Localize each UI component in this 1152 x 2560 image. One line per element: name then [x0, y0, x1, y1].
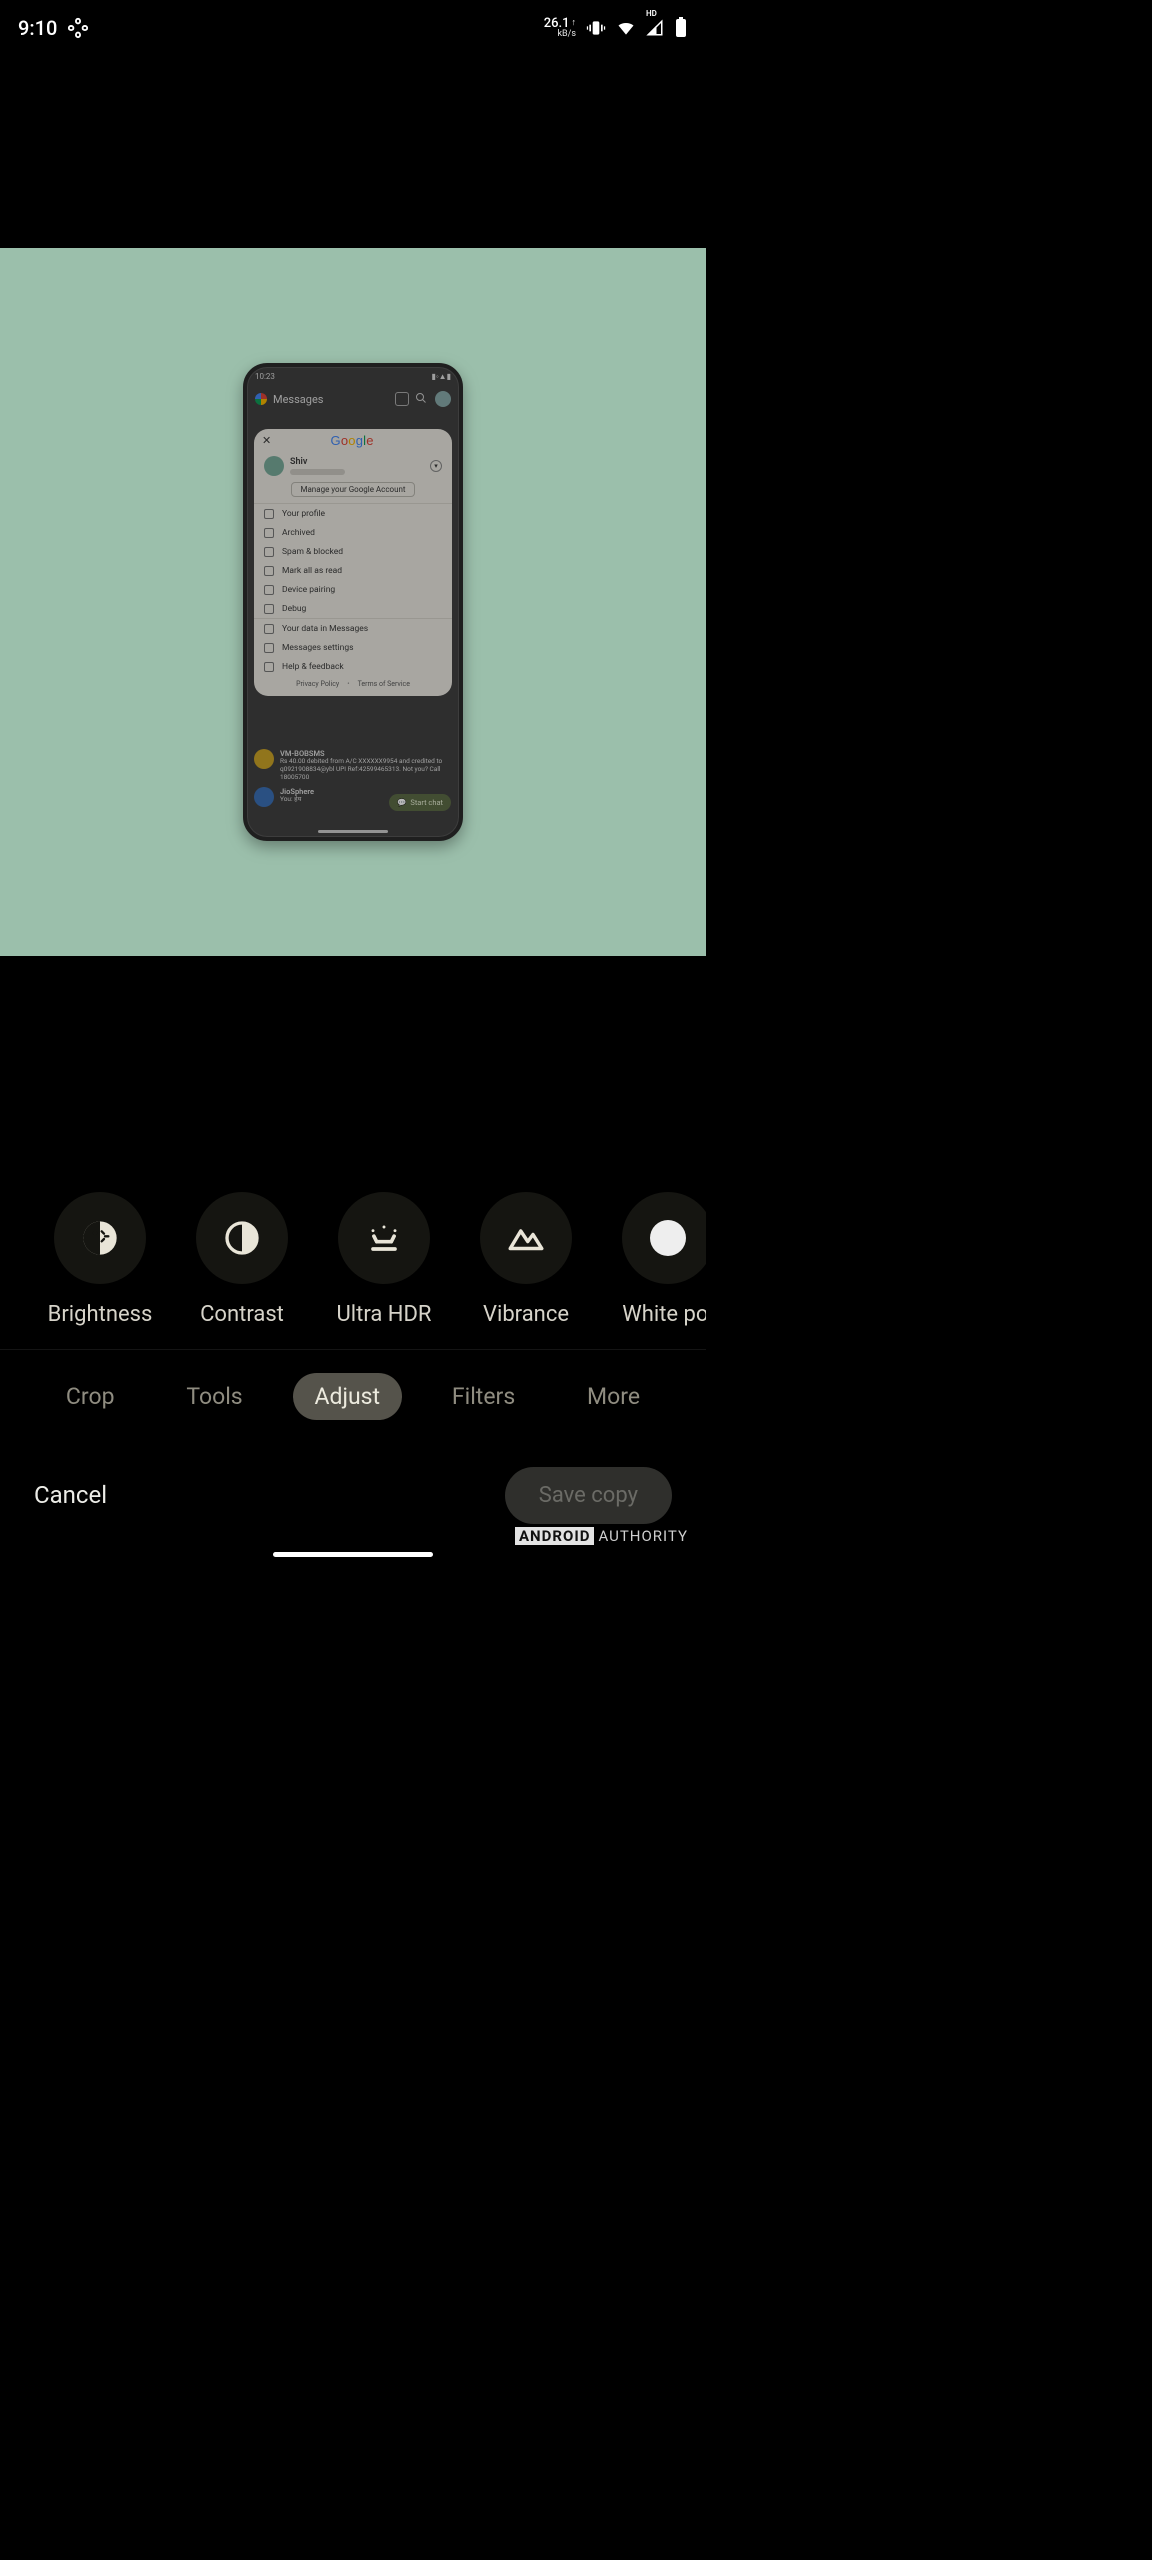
- data-icon: [264, 624, 274, 634]
- menu-item: Device pairing: [254, 580, 452, 599]
- search-icon: [415, 392, 429, 406]
- clock: 9:10: [18, 16, 57, 40]
- account-email-redacted: [290, 469, 345, 475]
- profile-icon: [264, 509, 274, 519]
- archive-icon: [264, 528, 274, 538]
- network-speed: 26.1↑ kB/s: [544, 17, 576, 39]
- editing-canvas[interactable]: 10:23 ▮◦▲▮ Messages ✕ Google: [0, 248, 706, 956]
- white-point-icon: [650, 1220, 686, 1256]
- vibrate-icon: [586, 18, 606, 38]
- device-pairing-icon: [264, 585, 274, 595]
- adjust-tool-strip[interactable]: Brightness Contrast Ultra HDR Vibrance W…: [0, 1170, 706, 1350]
- signal-icon: HD: [646, 19, 664, 37]
- avatar: [435, 391, 451, 407]
- manage-account-button: Manage your Google Account: [291, 482, 414, 497]
- menu-item: Your profile: [254, 504, 452, 523]
- editor-tabs: Crop Tools Adjust Filters More: [0, 1360, 706, 1432]
- help-icon: [264, 662, 274, 672]
- message-row: VM-BOBSMS Rs 40.00 debited from A/C XXXX…: [254, 749, 452, 781]
- inner-app-title: Messages: [273, 393, 323, 406]
- privacy-link: Privacy Policy: [296, 680, 339, 688]
- home-indicator[interactable]: [273, 1552, 433, 1557]
- chevron-down-icon: ▾: [430, 460, 442, 472]
- contact-avatar: [254, 749, 274, 769]
- adjust-label: Vibrance: [483, 1302, 569, 1327]
- mark-read-icon: [264, 566, 274, 576]
- save-copy-button[interactable]: Save copy: [505, 1467, 672, 1524]
- debug-icon: [264, 604, 274, 614]
- spam-icon: [264, 547, 274, 557]
- tab-filters[interactable]: Filters: [430, 1373, 537, 1420]
- adjust-label: White poi: [622, 1302, 706, 1327]
- tab-more[interactable]: More: [565, 1373, 662, 1420]
- inner-phone-mockup: 10:23 ▮◦▲▮ Messages ✕ Google: [243, 363, 463, 841]
- google-wordmark: Google: [277, 433, 427, 448]
- white-point-button[interactable]: [622, 1192, 706, 1284]
- video-icon: [395, 392, 409, 406]
- menu-item: Your data in Messages: [254, 619, 452, 638]
- menu-item: Debug: [254, 599, 452, 618]
- adjust-label: Ultra HDR: [337, 1302, 432, 1327]
- close-icon: ✕: [262, 434, 271, 447]
- tab-adjust[interactable]: Adjust: [293, 1373, 403, 1420]
- tab-tools[interactable]: Tools: [164, 1373, 264, 1420]
- ultra-hdr-button[interactable]: [338, 1192, 430, 1284]
- tab-crop[interactable]: Crop: [44, 1373, 137, 1420]
- contrast-button[interactable]: [196, 1192, 288, 1284]
- account-name: Shiv: [290, 457, 345, 467]
- menu-item: Archived: [254, 523, 452, 542]
- terms-link: Terms of Service: [358, 680, 410, 688]
- status-bar: 9:10 26.1↑ kB/s HD: [0, 0, 706, 55]
- inner-home-indicator: [318, 830, 388, 833]
- menu-item: Spam & blocked: [254, 542, 452, 561]
- start-chat-button: 💬 Start chat: [389, 794, 451, 811]
- contact-avatar: [254, 787, 274, 807]
- adjust-label: Brightness: [48, 1302, 153, 1327]
- google-g-icon: [255, 393, 267, 405]
- wifi-icon: [616, 18, 636, 38]
- battery-icon: [674, 17, 688, 39]
- pinwheel-icon: [67, 17, 89, 39]
- adjust-label: Contrast: [200, 1302, 284, 1327]
- vibrance-button[interactable]: [480, 1192, 572, 1284]
- cancel-button[interactable]: Cancel: [34, 1481, 107, 1509]
- menu-item: Messages settings: [254, 638, 452, 657]
- menu-item: Help & feedback: [254, 657, 452, 676]
- watermark: ANDROID AUTHORITY: [515, 1527, 688, 1545]
- brightness-button[interactable]: [54, 1192, 146, 1284]
- inner-status-icons: ▮◦▲▮: [431, 372, 451, 381]
- menu-item: Mark all as read: [254, 561, 452, 580]
- inner-clock: 10:23: [255, 372, 275, 381]
- chat-icon: 💬: [397, 798, 406, 807]
- settings-icon: [264, 643, 274, 653]
- avatar: [264, 456, 284, 476]
- account-sheet: ✕ Google Shiv ▾ Manage your Google Accou…: [254, 429, 452, 696]
